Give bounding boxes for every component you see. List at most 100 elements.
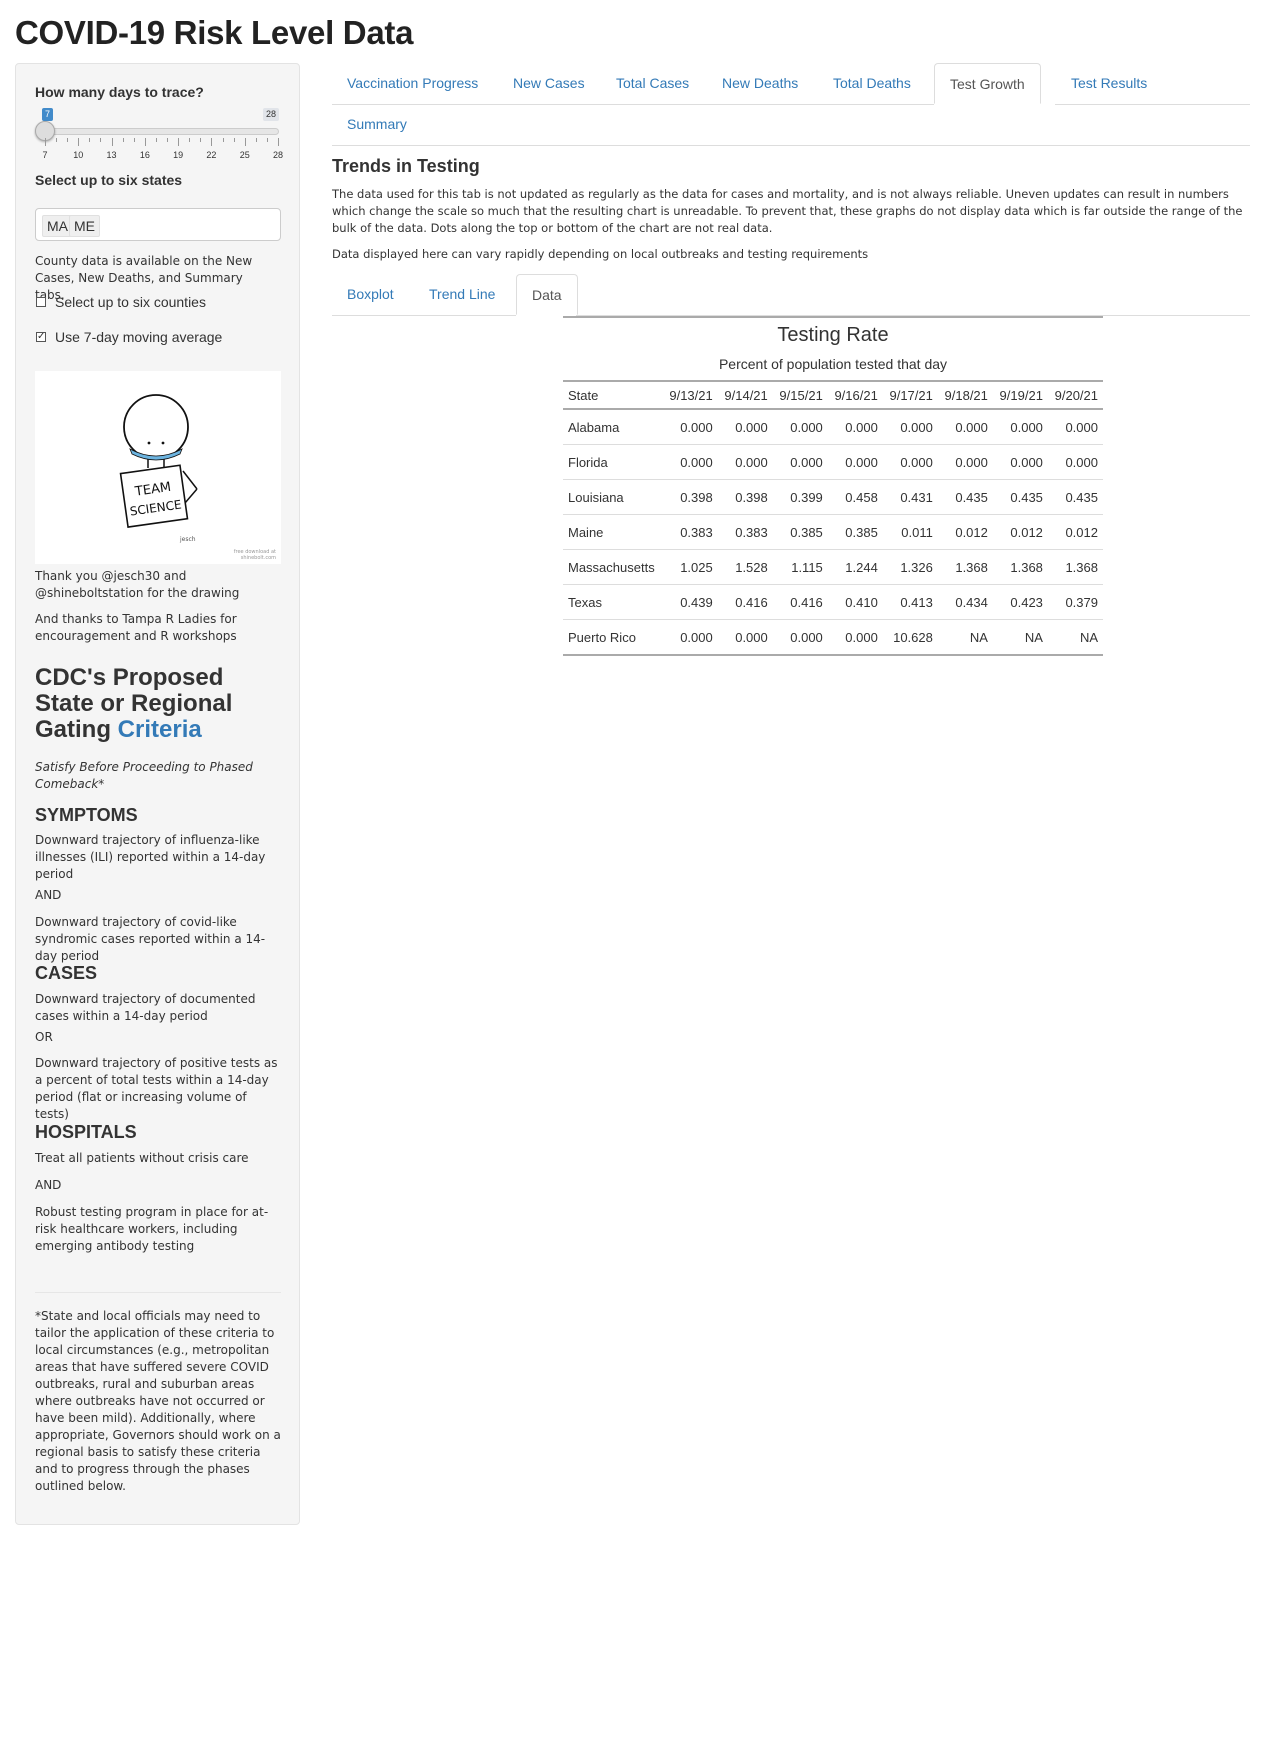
table-cell: 0.413 (882, 584, 938, 620)
table-cell: 1.326 (882, 549, 938, 585)
table-cell: 1.368 (937, 549, 993, 585)
table-cell: Florida (563, 444, 663, 480)
table-cell: 1.368 (1047, 549, 1103, 585)
column-header: 9/13/21 (662, 380, 718, 410)
slider-tick (78, 138, 80, 146)
slider-track[interactable] (45, 128, 279, 135)
table-cell: 1.115 (772, 549, 828, 585)
state-tag[interactable]: ME (69, 215, 100, 237)
slider-tick-label: 22 (206, 150, 217, 160)
days-slider[interactable]: 7 28 7 10 13 16 19 22 25 28 (35, 108, 283, 162)
days-label: How many days to trace? (35, 84, 204, 100)
table-top-border (563, 316, 1103, 318)
tab-total-cases[interactable]: Total Cases (601, 63, 704, 104)
moving-average-checkbox-label[interactable]: Use 7-day moving average (55, 329, 222, 345)
table-cell: 0.435 (937, 479, 993, 515)
data-variance-note: Data displayed here can vary rapidly dep… (332, 247, 869, 261)
table-cell: 0.000 (662, 444, 718, 480)
symptoms-criterion: Downward trajectory of influenza-like il… (35, 833, 266, 881)
moving-average-checkbox[interactable]: ✓ (36, 332, 46, 342)
table-cell: 0.000 (882, 444, 938, 480)
table-cell: 10.628 (882, 619, 938, 656)
table-cell: 0.000 (827, 619, 883, 656)
and-text: AND (35, 1178, 62, 1192)
table-cell: 0.399 (772, 479, 828, 515)
team-science-drawing: TEAM SCIENCE jesch free download at shin… (35, 371, 281, 564)
tab-vaccination-progress[interactable]: Vaccination Progress (332, 63, 493, 104)
cdc-subtitle: Satisfy Before Proceeding to Phased Come… (35, 760, 253, 791)
slider-tick-label: 13 (106, 150, 117, 160)
symptoms-heading: SYMPTOMS (35, 805, 138, 825)
tab-divider (332, 104, 934, 105)
counties-checkbox[interactable] (36, 297, 46, 307)
table-row: Texas 0.439 0.416 0.416 0.410 0.413 0.43… (563, 584, 1103, 620)
subtab-data[interactable]: Data (516, 274, 578, 315)
slider-tick (122, 138, 124, 142)
drawing-credit: shinebolt.com (241, 555, 276, 561)
table-row: Louisiana 0.398 0.398 0.399 0.458 0.431 … (563, 479, 1103, 515)
slider-tick (133, 138, 135, 142)
counties-checkbox-row[interactable]: Select up to six counties (35, 294, 281, 312)
table-row: Massachusetts 1.025 1.528 1.115 1.244 1.… (563, 549, 1103, 585)
table-cell: 0.000 (1047, 444, 1103, 480)
slider-tick (255, 138, 257, 142)
slider-tick-label: 7 (42, 150, 48, 160)
tab-new-cases[interactable]: New Cases (498, 63, 600, 104)
table-cell: 0.000 (827, 409, 883, 445)
cases-criterion: Downward trajectory of documented cases … (35, 992, 256, 1023)
column-header: 9/20/21 (1047, 380, 1103, 410)
slider-tick (233, 138, 235, 142)
table-cell: 0.398 (717, 479, 773, 515)
app-title: COVID-19 Risk Level Data (15, 14, 414, 51)
table-row: Puerto Rico 0.000 0.000 0.000 0.000 10.6… (563, 619, 1103, 656)
table-cell: 0.383 (717, 514, 773, 550)
slider-tick (278, 138, 279, 146)
table-cell: 0.379 (1047, 584, 1103, 620)
table-cell: 0.416 (717, 584, 773, 620)
table-cell: 0.012 (1047, 514, 1103, 550)
table-cell: Puerto Rico (563, 619, 663, 656)
or-text: OR (35, 1030, 53, 1044)
slider-tick-labels: 7 10 13 16 19 22 25 28 (35, 150, 283, 162)
state-select-input[interactable]: MA ME (35, 208, 281, 241)
table-cell: 0.000 (992, 444, 1048, 480)
cases-heading: CASES (35, 963, 98, 983)
table-cell: 0.435 (1047, 479, 1103, 515)
tab-summary[interactable]: Summary (332, 104, 422, 145)
tab-test-results[interactable]: Test Results (1056, 63, 1162, 104)
tab-new-deaths[interactable]: New Deaths (707, 63, 813, 104)
tab-divider (332, 145, 1250, 146)
criteria-link[interactable]: Criteria (118, 716, 202, 743)
thanks-workshops: And thanks to Tampa R Ladies for encoura… (35, 612, 237, 643)
tab-test-growth[interactable]: Test Growth (934, 63, 1041, 104)
table-row: Alabama 0.000 0.000 0.000 0.000 0.000 0.… (563, 409, 1103, 445)
table-cell: 0.000 (772, 409, 828, 445)
table-header-row: State 9/13/21 9/14/21 9/15/21 9/16/21 9/… (563, 380, 1103, 410)
thanks-drawing: Thank you @jesch30 and @shineboltstation… (35, 569, 240, 600)
column-header: 9/14/21 (717, 380, 773, 410)
table-cell: 1.244 (827, 549, 883, 585)
subtab-trend-line[interactable]: Trend Line (414, 274, 510, 315)
slider-tick (167, 138, 169, 142)
slider-tick (222, 138, 224, 142)
table-cell: 0.431 (882, 479, 938, 515)
column-header: 9/15/21 (772, 380, 828, 410)
moving-average-checkbox-row[interactable]: ✓ Use 7-day moving average (35, 329, 281, 347)
states-label: Select up to six states (35, 172, 183, 188)
slider-tick (178, 138, 180, 146)
table-cell: Massachusetts (563, 549, 663, 585)
table-cell: Alabama (563, 409, 663, 445)
table-row: Maine 0.383 0.383 0.385 0.385 0.011 0.01… (563, 514, 1103, 550)
and-text: AND (35, 888, 62, 902)
table-cell: 0.416 (772, 584, 828, 620)
table-cell: 0.012 (992, 514, 1048, 550)
slider-tick (89, 138, 91, 142)
slider-tick (45, 138, 46, 146)
table-cell: 0.000 (882, 409, 938, 445)
tab-total-deaths[interactable]: Total Deaths (818, 63, 926, 104)
hospitals-criterion: Treat all patients without crisis care (35, 1151, 249, 1165)
slider-tick (67, 138, 69, 142)
counties-checkbox-label[interactable]: Select up to six counties (55, 294, 206, 310)
table-cell: 0.000 (937, 409, 993, 445)
subtab-boxplot[interactable]: Boxplot (332, 274, 409, 315)
